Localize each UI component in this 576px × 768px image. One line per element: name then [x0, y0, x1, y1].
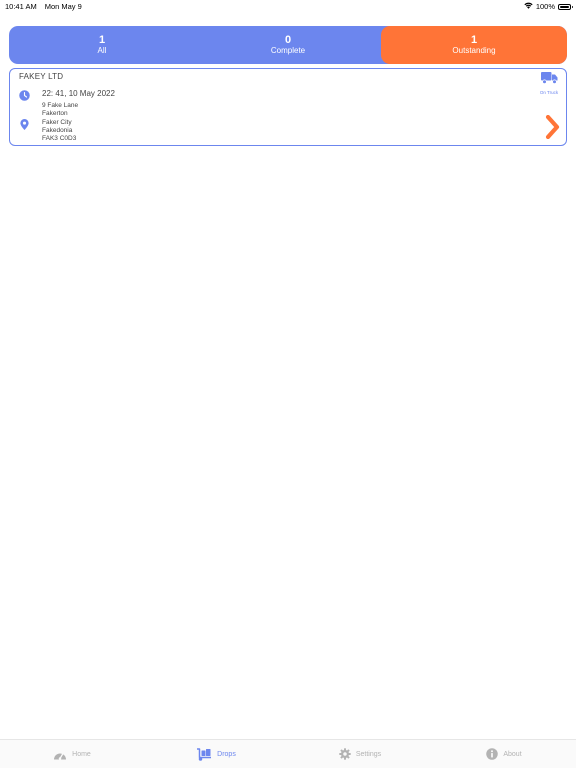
dolly-icon	[196, 747, 212, 761]
address-line: Faker City	[42, 118, 72, 126]
wifi-icon	[524, 2, 533, 11]
filter-complete-count: 0	[284, 34, 292, 46]
tab-settings[interactable]: Settings	[288, 740, 432, 768]
status-date: Mon May 9	[44, 2, 82, 11]
status-bar: 10:41 AM Mon May 9 100%	[0, 0, 576, 12]
clock-icon	[19, 88, 30, 106]
gear-icon	[339, 748, 351, 760]
filter-complete[interactable]: 0 Complete	[195, 26, 381, 64]
battery-icon	[558, 3, 573, 10]
filter-all-count: 1	[98, 34, 106, 46]
tab-home[interactable]: Home	[0, 740, 144, 768]
drop-company-name: FAKEY LTD	[19, 72, 64, 81]
drop-status-label: On Truck	[539, 90, 559, 95]
tab-drops-label: Drops	[217, 750, 236, 758]
filter-outstanding-count: 1	[470, 34, 478, 46]
filter-outstanding[interactable]: 1 Outstanding	[381, 26, 567, 64]
truck-icon	[540, 71, 558, 89]
drop-card[interactable]: FAKEY LTD On Truck 22: 41, 10 May 2022 9…	[9, 68, 567, 146]
status-right: 100%	[524, 2, 573, 11]
filter-all-label: All	[97, 46, 107, 55]
address-line: Fakedonia	[42, 126, 73, 134]
tab-bar: Home Drops Settings About	[0, 739, 576, 768]
drop-filter-control: 1 All 0 Complete 1 Outstanding	[9, 26, 567, 64]
tab-about-label: About	[503, 750, 522, 758]
drop-status-badge: On Truck	[537, 71, 561, 95]
address-line: Fakerton	[42, 110, 68, 118]
status-time: 10:41 AM	[5, 2, 37, 11]
address-line: FAK3 C0D3	[42, 135, 77, 143]
filter-all[interactable]: 1 All	[9, 26, 195, 64]
status-left: 10:41 AM Mon May 9	[5, 2, 82, 11]
tab-home-label: Home	[72, 750, 91, 758]
chevron-right-icon[interactable]	[545, 114, 560, 144]
drop-address: 9 Fake Lane Fakerton Faker City Fakedoni…	[42, 102, 78, 143]
battery-percent: 100%	[535, 2, 555, 11]
gauge-icon	[53, 749, 67, 760]
drop-datetime: 22: 41, 10 May 2022	[42, 89, 115, 98]
battery-fill	[560, 5, 569, 8]
filter-complete-label: Complete	[270, 46, 306, 55]
tab-drops[interactable]: Drops	[144, 740, 288, 768]
info-icon	[486, 748, 499, 760]
location-pin-icon	[20, 117, 29, 135]
tab-about[interactable]: About	[432, 740, 576, 768]
address-line: 9 Fake Lane	[42, 102, 79, 109]
tab-settings-label: Settings	[355, 750, 382, 758]
filter-outstanding-label: Outstanding	[452, 46, 496, 55]
